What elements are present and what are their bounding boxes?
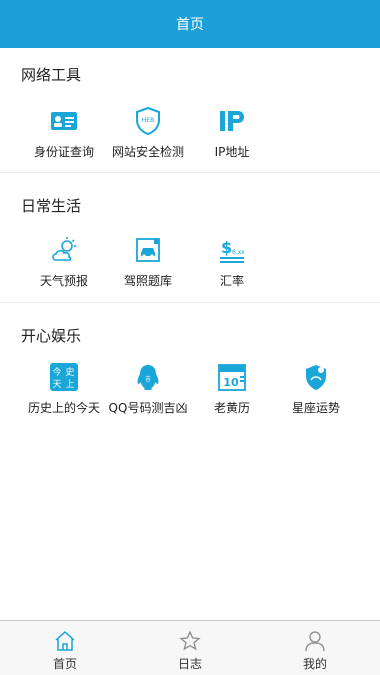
exchange-rate-dollar-icon: $ 6.xx xyxy=(220,238,245,263)
tool-id-card-query[interactable]: 身份证查询 xyxy=(21,106,107,160)
page-header: 首页 xyxy=(0,0,380,48)
tool-history-today[interactable]: 今 史 天 上 历史上的今天 xyxy=(21,362,107,416)
tool-label: 天气预报 xyxy=(39,274,88,288)
tool-website-security-check[interactable]: HEB 网站安全检测 xyxy=(105,106,191,160)
tab-label: 我的 xyxy=(302,657,327,671)
home-icon xyxy=(55,630,75,651)
svg-text:吉: 吉 xyxy=(145,376,151,383)
tab-mine[interactable]: 我的 xyxy=(252,621,378,675)
tool-old-almanac[interactable]: 10 老黄历 xyxy=(189,362,275,416)
svg-text:今: 今 xyxy=(52,366,61,378)
tab-log[interactable]: 日志 xyxy=(127,621,253,675)
weather-sun-cloud-icon xyxy=(52,237,76,261)
calendar-icon: 10 xyxy=(218,364,246,391)
history-today-icon: 今 史 天 上 xyxy=(50,363,78,391)
id-card-icon xyxy=(51,112,77,130)
tool-label: 身份证查询 xyxy=(33,145,94,159)
qq-penguin-icon: 吉 xyxy=(137,365,159,390)
driving-license-car-icon xyxy=(136,238,160,262)
svg-text:10: 10 xyxy=(223,376,239,389)
tab-home[interactable]: 首页 xyxy=(2,621,128,675)
tool-label: 历史上的今天 xyxy=(27,401,100,415)
tool-exchange-rate[interactable]: $ 6.xx 汇率 xyxy=(189,235,275,289)
tool-qq-fortune[interactable]: 吉 QQ号码测吉凶 xyxy=(105,362,191,416)
tool-ip-address[interactable]: IP地址 xyxy=(189,106,275,160)
tool-weather-forecast[interactable]: 天气预报 xyxy=(21,235,107,289)
bottom-tab-bar: 首页 日志 我的 xyxy=(0,620,380,675)
tool-constellation-fortune[interactable]: 星座运势 xyxy=(273,362,359,416)
tool-label: 老黄历 xyxy=(213,401,250,415)
tool-label: 驾照题库 xyxy=(123,274,172,288)
page-title: 首页 xyxy=(176,17,204,33)
tool-driving-license-questions[interactable]: 驾照题库 xyxy=(105,235,191,289)
section-title: 开心娱乐 xyxy=(21,327,82,345)
tool-label: 网站安全检测 xyxy=(111,145,184,159)
section-title: 日常生活 xyxy=(21,197,82,215)
svg-text:6.xx: 6.xx xyxy=(232,249,245,256)
tab-label: 首页 xyxy=(52,657,77,671)
svg-text:史: 史 xyxy=(65,366,74,378)
section-network-tools: 网络工具 身份证查询 HEB 网站安全检测 IP地址 xyxy=(0,48,380,173)
web-security-shield-icon: HEB xyxy=(136,106,160,136)
section-entertainment: 开心娱乐 今 史 天 上 历史上的今天 吉 QQ号码测吉凶 10 老黄历 星座运… xyxy=(0,303,380,433)
section-title: 网络工具 xyxy=(21,66,82,84)
ip-address-icon xyxy=(220,111,244,131)
svg-text:HEB: HEB xyxy=(142,117,154,124)
star-icon xyxy=(179,630,201,651)
tool-label: 汇率 xyxy=(219,274,244,288)
section-daily-life: 日常生活 天气预报 驾照题库 $ 6.xx 汇率 xyxy=(0,173,380,303)
tab-label: 日志 xyxy=(177,657,202,671)
user-icon xyxy=(305,631,325,652)
svg-text:上: 上 xyxy=(65,379,74,390)
constellation-icon xyxy=(306,365,326,390)
svg-text:天: 天 xyxy=(52,380,61,390)
svg-text:$: $ xyxy=(221,238,232,257)
tool-label: QQ号码测吉凶 xyxy=(108,401,188,415)
tool-label: 星座运势 xyxy=(291,401,340,415)
tool-label: IP地址 xyxy=(214,145,250,159)
